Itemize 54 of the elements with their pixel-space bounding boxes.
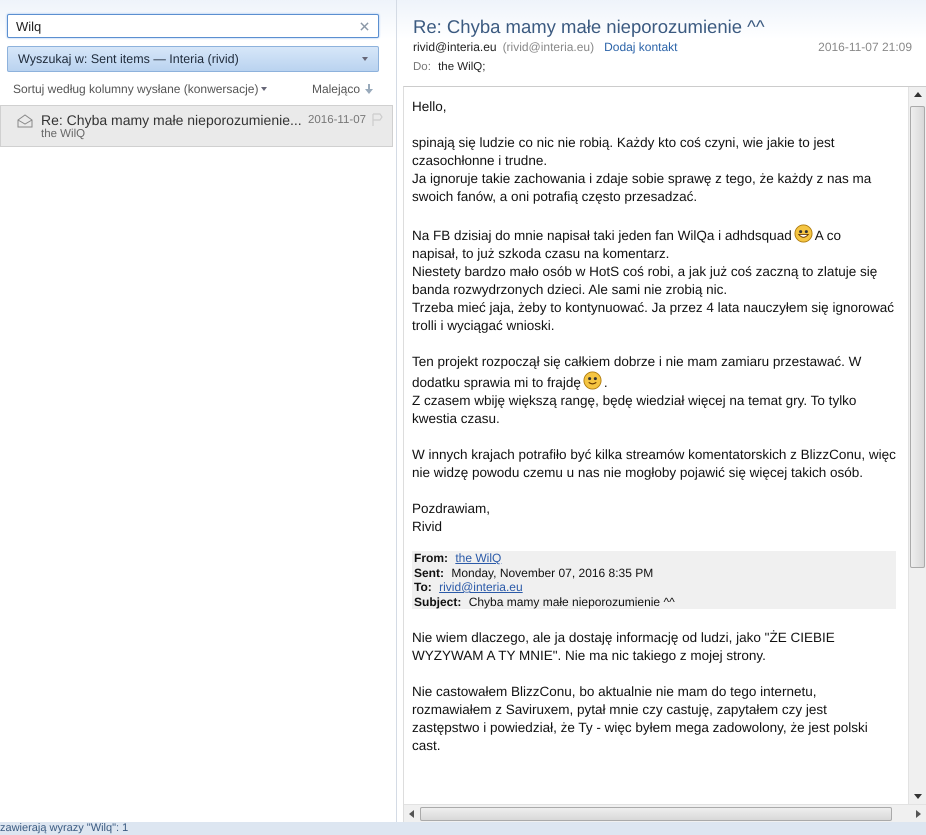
recipient-name: the WilQ;: [438, 61, 486, 73]
message-text: dodatku sprawia mi to frajdę: [412, 375, 581, 390]
header-label: Sent:: [414, 566, 444, 580]
message-text: Ja ignoruje takie zachowania i zdaje sobie sprawę z tego, że każdy z nas ma swoich fanów, a oni potrafią często przesadzać.: [412, 171, 872, 204]
message-date: 2016-11-07: [308, 114, 366, 126]
message-text: Na FB dzisiaj do mnie napisał taki jeden fan WilQa i adhdsquad: [412, 228, 792, 243]
message-text: A co: [814, 228, 841, 243]
arrow-down-icon: [365, 84, 373, 94]
message-text: Rivid: [412, 519, 442, 534]
scroll-down-icon[interactable]: [914, 794, 922, 799]
search-scope-dropdown[interactable]: Wyszukaj w: Sent items — Interia (rivid): [7, 46, 379, 72]
message-text: Pozdrawiam,: [412, 501, 490, 516]
vertical-scrollbar[interactable]: [908, 87, 926, 804]
header-value: Chyba mamy małe nieporozumienie ^^: [468, 594, 675, 608]
caret-icon: [362, 57, 368, 61]
caret-icon: [261, 87, 268, 91]
sort-order-button[interactable]: Malejąco: [312, 82, 373, 96]
message-text: .: [604, 375, 608, 390]
clear-icon[interactable]: [360, 22, 369, 31]
message-list-item[interactable]: Re: Chyba mamy małe nieporozumienie... the WilQ 2016-11-07: [0, 105, 393, 147]
scroll-left-icon[interactable]: [409, 810, 414, 818]
message-text: Hello,: [412, 99, 447, 114]
header-link[interactable]: the WilQ: [455, 551, 502, 565]
header-value: Monday, November 07, 2016 8:35 PM: [451, 566, 654, 580]
search-field[interactable]: Wilq: [7, 14, 379, 38]
sender-address: (rivid@interia.eu): [502, 40, 594, 54]
to-label: Do:: [413, 61, 431, 73]
message-text: Trzeba mieć jaja, żeby to kontynuować. Ja przez 4 lata nauczyłem się ignorować trolli i wyciągać wnioski.: [412, 300, 894, 333]
message-text: W innych krajach potrafiło być kilka streamów komentatorskich z BlizzConu, więc nie widzę powodu czemu u nas nie mogłoby pojawić się więcej takich osób.: [412, 447, 896, 480]
header-label: From:: [414, 551, 448, 565]
grinning-face-icon: [794, 224, 813, 243]
smiley-face-icon: [582, 371, 602, 390]
message-text: Ten projekt rozpoczął się całkiem dobrze i nie mam zamiaru przestawać. W: [412, 354, 862, 369]
message-subject: Re: Chyba mamy małe nieporozumienie...: [41, 112, 303, 128]
message-text: spinają się ludzie co nic nie robią. Każdy kto coś czyni, wie jakie to jest czasochłonne i trudne.: [412, 135, 834, 168]
message-date: 2016-11-07 21:09: [818, 40, 912, 54]
message-text: napisał, to już szkoda czasu na komentarz.: [412, 246, 670, 261]
header-link[interactable]: rivid@interia.eu: [439, 580, 523, 594]
message-text: Nie wiem dlaczego, ale ja dostaję informację od ludzi, jako "ŻE CIEBIE WYZYWAM A TY MNIE". Nie ma nic takiego z mojej strony.: [412, 630, 835, 663]
add-contact-link[interactable]: Dodaj kontakt: [604, 40, 678, 54]
message-text: Niestety bardzo mało osób w HotS coś robi, a jak już coś zaczną to zlatuje się banda rozwydrzonych dzieci. Ale sami nie zrobią nic.: [412, 264, 878, 297]
header-label: To:: [414, 580, 432, 594]
message-text: Nie castowałem BlizzConu, bo aktualnie nie mam do tego internetu, rozmawiałem z Saviruxem, pytał mnie czy castuję, zapytałem czy jest zastępstwo i powiedział, że Ty - więc byłem mega zadowolony, że jest polski cast.: [412, 684, 868, 753]
sort-menu[interactable]: Sortuj według kolumny wysłane (konwersacje): [13, 82, 268, 96]
header-label: Subject:: [414, 594, 462, 608]
message-sender: the WilQ: [41, 128, 86, 140]
status-bar: zawierają wyrazy "Wilq": 1: [0, 822, 926, 835]
envelope-icon: [17, 114, 33, 128]
scroll-up-icon[interactable]: [914, 92, 922, 97]
message-text: Z czasem wbiję większą rangę, będę wiedział więcej na temat gry. To tylko kwestia czasu.: [412, 393, 856, 426]
message-title: Re: Chyba mamy małe nieporozumienie ^^: [413, 16, 766, 38]
horizontal-scrollbar[interactable]: [404, 804, 926, 822]
sender-name: rivid@interia.eu: [413, 40, 497, 54]
scroll-right-icon[interactable]: [916, 810, 921, 818]
